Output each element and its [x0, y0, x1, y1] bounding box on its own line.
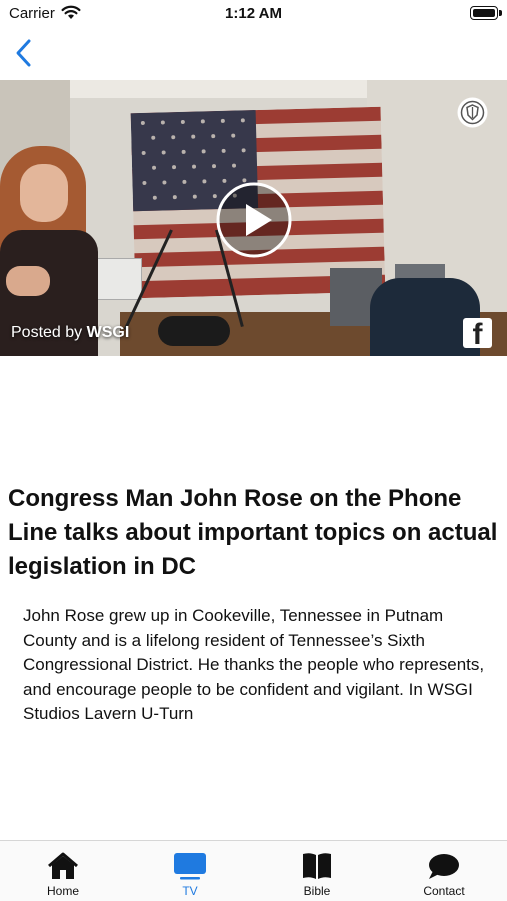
- posted-by-author: WSGI: [86, 324, 130, 341]
- play-button[interactable]: [216, 182, 292, 258]
- tab-tv[interactable]: TV: [127, 841, 253, 901]
- battery-icon: [470, 6, 502, 20]
- tab-tv-label: TV: [182, 884, 198, 898]
- microphone: [158, 316, 230, 346]
- tv-icon: [174, 853, 206, 880]
- chat-bubble-icon: [429, 854, 459, 879]
- chevron-left-icon: [16, 39, 31, 67]
- tab-bar: Home TV Bible Contact: [0, 840, 507, 901]
- tab-contact-label: Contact: [423, 884, 465, 898]
- video-player[interactable]: Posted by WSGI f: [0, 80, 507, 356]
- article-body: John Rose grew up in Cookeville, Tenness…: [23, 606, 485, 723]
- tab-home[interactable]: Home: [0, 841, 126, 901]
- tab-bible-label: Bible: [303, 884, 331, 898]
- posted-by: Posted by WSGI: [11, 324, 130, 341]
- shield-badge-icon: [457, 97, 488, 128]
- tab-bible[interactable]: Bible: [254, 841, 380, 901]
- status-bar: Carrier 1:12 AM: [0, 0, 507, 30]
- article-title: Congress Man John Rose on the Phone Line…: [8, 485, 498, 580]
- book-icon: [303, 853, 331, 879]
- tab-contact[interactable]: Contact: [381, 841, 507, 901]
- tab-home-label: Home: [46, 884, 79, 898]
- facebook-icon: f: [472, 318, 483, 351]
- back-button[interactable]: [10, 36, 40, 70]
- facebook-share-button[interactable]: f: [463, 318, 492, 351]
- home-icon: [48, 852, 78, 879]
- clock: 1:12 AM: [225, 5, 282, 22]
